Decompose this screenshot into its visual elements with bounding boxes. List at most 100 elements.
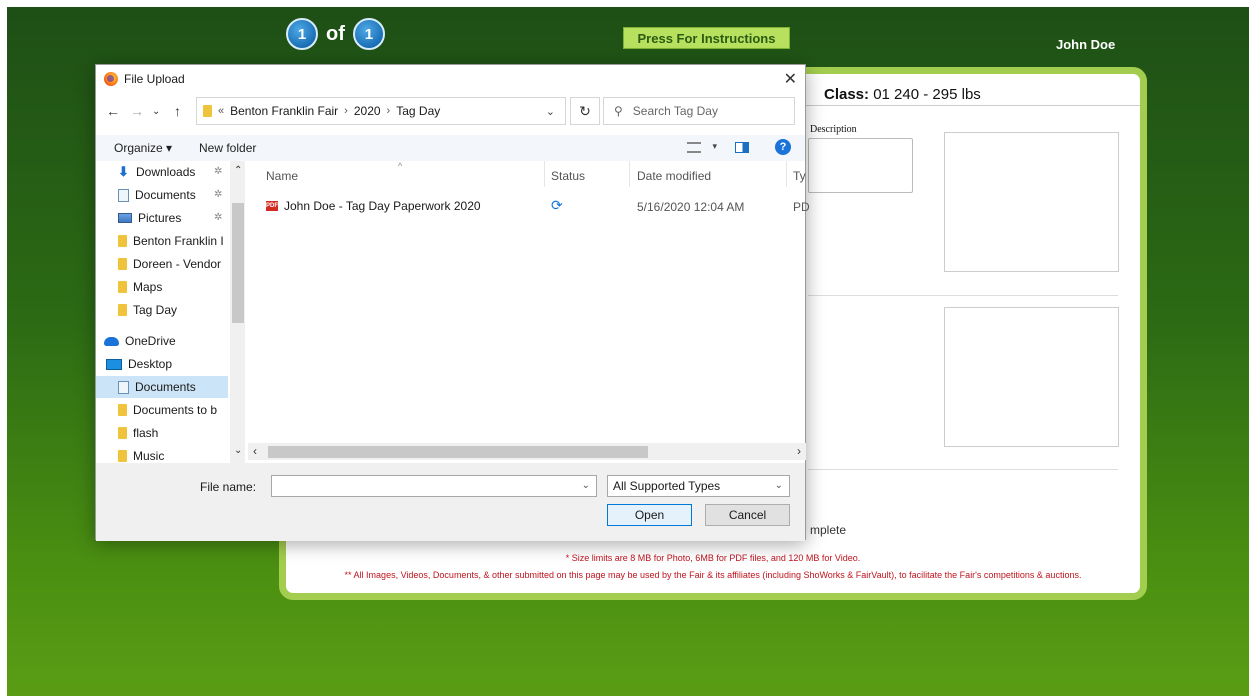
preview-pane-icon[interactable] — [735, 142, 749, 153]
column-divider[interactable] — [629, 161, 630, 187]
description-textarea[interactable] — [808, 138, 913, 193]
sidebar-item-tag-day[interactable]: Tag Day — [118, 299, 228, 321]
recent-locations-icon[interactable]: ⌄ — [152, 106, 160, 117]
search-input[interactable]: ⚲ Search Tag Day — [603, 97, 795, 125]
close-icon[interactable]: ✕ — [784, 69, 797, 89]
description-label: Description — [810, 124, 857, 135]
up-arrow-icon[interactable]: ↑ — [174, 103, 181, 119]
pdf-icon: PDF — [266, 201, 278, 211]
file-upload-dialog: File Upload ✕ ← → ⌄ ↑ « Benton Franklin … — [95, 64, 810, 541]
breadcrumb-item[interactable]: Benton Franklin Fair — [230, 104, 338, 118]
divider — [808, 469, 1118, 470]
complete-status-text: mplete — [810, 523, 847, 537]
chevron-down-icon[interactable]: ⌄ — [546, 105, 555, 118]
horizontal-scroll-thumb[interactable] — [268, 446, 648, 458]
of-label: of — [326, 22, 345, 45]
image-preview-2[interactable] — [944, 307, 1119, 447]
chevron-right-icon: › — [386, 105, 391, 117]
sidebar-item-desktop[interactable]: Desktop — [106, 353, 216, 375]
sidebar-item-documents-to-b[interactable]: Documents to b — [118, 399, 228, 421]
folder-icon — [118, 281, 127, 293]
sidebar-item-benton-franklin[interactable]: Benton Franklin I — [118, 230, 228, 252]
dialog-title: File Upload — [124, 72, 185, 86]
sidebar-scroll-thumb[interactable] — [232, 203, 244, 323]
instructions-button[interactable]: Press For Instructions — [623, 27, 790, 49]
file-row[interactable]: PDF John Doe - Tag Day Paperwork 2020 — [266, 199, 481, 213]
view-options-icon[interactable] — [687, 142, 701, 153]
folder-icon — [118, 427, 127, 439]
file-name-label: File name: — [200, 480, 257, 494]
organize-button[interactable]: Organize ▾ — [114, 141, 172, 155]
folder-icon — [118, 258, 127, 270]
desktop-icon — [106, 358, 122, 370]
pictures-icon — [118, 213, 132, 223]
column-header-name[interactable]: Name — [266, 169, 298, 183]
file-type: PD — [793, 200, 810, 214]
navigation-row: ← → ⌄ ↑ « Benton Franklin Fair › 2020 › … — [96, 97, 805, 125]
sync-status-icon: ⟳ — [551, 197, 563, 213]
usage-note: ** All Images, Videos, Documents, & othe… — [344, 570, 1082, 580]
dialog-footer: File name: ⌄ All Supported Types ⌄ Open … — [96, 463, 805, 541]
forward-arrow-icon[interactable]: → — [130, 103, 144, 119]
sidebar-item-doreen-vendor[interactable]: Doreen - Vendor — [118, 253, 228, 275]
sidebar-item-downloads[interactable]: ⬇ Downloads — [118, 161, 228, 183]
back-arrow-icon[interactable]: ← — [106, 103, 120, 119]
pin-icon[interactable]: ✲ — [214, 189, 222, 200]
column-header-status[interactable]: Status — [551, 169, 585, 183]
sidebar-item-documents-selected[interactable]: Documents — [96, 376, 228, 398]
breadcrumb-item[interactable]: Tag Day — [396, 104, 440, 118]
total-pages-badge: 1 — [352, 18, 385, 50]
folder-icon — [118, 235, 127, 247]
chevron-down-icon[interactable]: ⌄ — [775, 480, 783, 491]
folder-icon — [118, 404, 127, 416]
file-date: 5/16/2020 12:04 AM — [637, 200, 745, 214]
sidebar-item-pictures[interactable]: Pictures — [118, 207, 228, 229]
page-counter: 1 of 1 — [286, 18, 385, 50]
new-folder-button[interactable]: New folder — [199, 141, 256, 155]
horizontal-scrollbar[interactable]: ‹ › — [248, 443, 806, 460]
column-header-date[interactable]: Date modified — [637, 169, 711, 183]
file-name: John Doe - Tag Day Paperwork 2020 — [284, 199, 481, 213]
scroll-up-icon[interactable]: ⌃ — [234, 165, 242, 176]
cloud-icon — [104, 336, 119, 346]
pin-icon[interactable]: ✲ — [214, 212, 222, 223]
column-header-type[interactable]: Ty — [793, 169, 806, 183]
size-limit-note: * Size limits are 8 MB for Photo, 6MB fo… — [565, 553, 861, 563]
refresh-icon[interactable]: ↻ — [570, 97, 600, 125]
dialog-title-bar: File Upload — [104, 72, 185, 86]
sidebar-item-flash[interactable]: flash — [118, 422, 228, 444]
address-bar[interactable]: « Benton Franklin Fair › 2020 › Tag Day … — [196, 97, 566, 125]
open-button[interactable]: Open — [607, 504, 692, 526]
current-page-badge: 1 — [286, 18, 318, 50]
sidebar-item-maps[interactable]: Maps — [118, 276, 228, 298]
chevron-down-icon[interactable]: ▾ — [712, 141, 717, 152]
dialog-toolbar: Organize ▾ New folder ▾ ? — [96, 135, 805, 161]
scroll-down-icon[interactable]: ⌄ — [234, 445, 242, 456]
class-value: 01 240 - 295 lbs — [873, 86, 981, 103]
file-type-select[interactable]: All Supported Types ⌄ — [607, 475, 790, 497]
sort-caret-icon: ^ — [398, 161, 403, 171]
document-icon — [118, 188, 129, 202]
divider — [808, 295, 1118, 296]
sidebar-item-onedrive[interactable]: OneDrive — [104, 330, 214, 352]
overflow-chevron-icon: « — [218, 105, 225, 117]
chevron-down-icon[interactable]: ⌄ — [582, 480, 590, 491]
cancel-button[interactable]: Cancel — [705, 504, 790, 526]
firefox-icon — [104, 72, 118, 86]
pin-icon[interactable]: ✲ — [214, 166, 222, 177]
folder-icon — [118, 304, 127, 316]
search-icon: ⚲ — [614, 104, 623, 118]
help-icon[interactable]: ? — [775, 139, 791, 155]
column-divider[interactable] — [786, 161, 787, 187]
user-name: John Doe — [1056, 37, 1116, 52]
sidebar-item-documents[interactable]: Documents — [118, 184, 228, 206]
image-preview-1[interactable] — [944, 132, 1119, 272]
sidebar-item-music[interactable]: Music — [118, 445, 228, 463]
document-icon — [118, 380, 129, 394]
scroll-right-icon[interactable]: › — [797, 444, 801, 458]
breadcrumb-item[interactable]: 2020 — [354, 104, 381, 118]
scroll-left-icon[interactable]: ‹ — [253, 444, 257, 458]
file-name-input[interactable]: ⌄ — [271, 475, 597, 497]
column-divider[interactable] — [544, 161, 545, 187]
search-placeholder: Search Tag Day — [632, 104, 718, 118]
